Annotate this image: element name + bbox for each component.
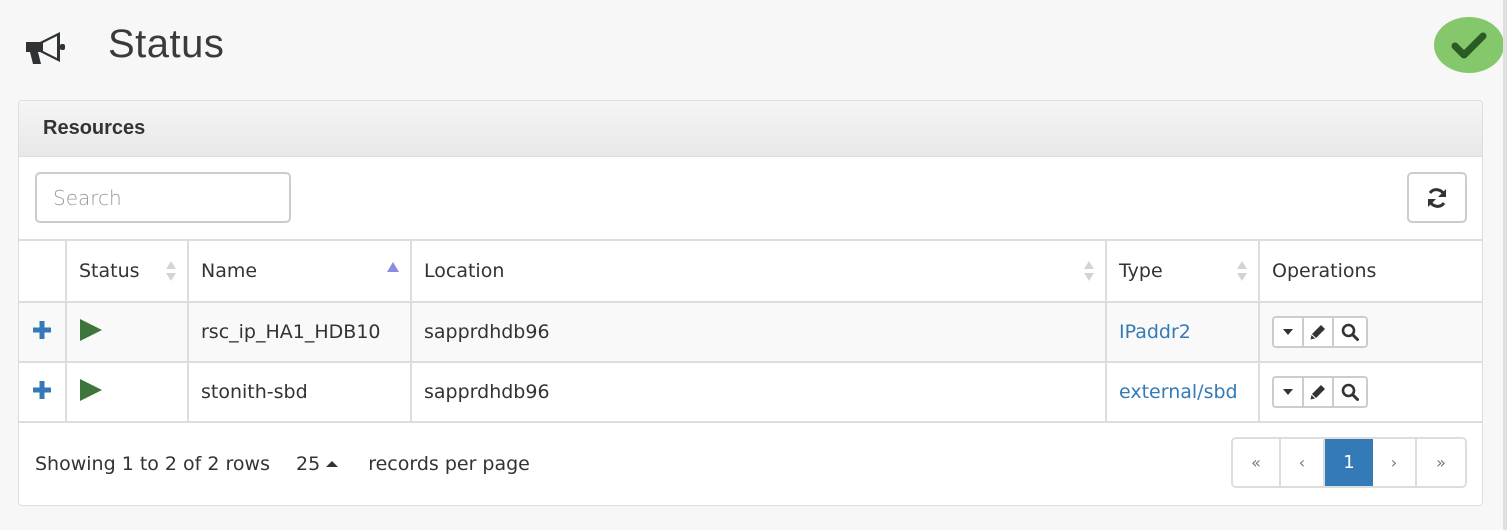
column-header-status[interactable]: Status [65, 239, 189, 303]
sort-both-icon [166, 261, 176, 281]
name-cell: rsc_ip_HA1_HDB10 [187, 301, 412, 363]
table-toolbar [19, 157, 1482, 239]
edit-button[interactable] [1304, 378, 1334, 406]
expand-toggle[interactable] [19, 361, 67, 423]
type-cell: IPaddr2 [1105, 301, 1260, 363]
sort-ascending-icon [387, 262, 399, 272]
column-header-operations: Operations [1258, 239, 1482, 303]
location-cell: sapprdhdb96 [410, 301, 1107, 363]
plus-icon [33, 320, 51, 339]
page-1-button[interactable]: 1 [1325, 439, 1373, 486]
column-header-type[interactable]: Type [1105, 239, 1260, 303]
operations-button-group [1272, 316, 1368, 348]
megaphone-icon [26, 32, 65, 64]
type-cell: external/sbd [1105, 361, 1260, 423]
page-size-dropdown[interactable]: 25 [296, 453, 339, 475]
resources-panel: Resources Status [18, 100, 1483, 506]
sort-both-icon [1237, 261, 1247, 281]
search-icon [1341, 383, 1359, 401]
records-per-page-label: records per page [368, 453, 530, 475]
search-icon [1341, 323, 1359, 341]
caret-up-icon [326, 461, 339, 467]
first-page-button[interactable]: « [1233, 439, 1281, 486]
plus-icon [33, 380, 51, 399]
refresh-button[interactable] [1407, 172, 1467, 223]
details-button[interactable] [1334, 318, 1366, 346]
table-header-row: Status Name Location Type Operations [19, 239, 1482, 303]
sort-both-icon [1084, 261, 1094, 281]
column-header-name[interactable]: Name [187, 239, 412, 303]
table-row: stonith-sbd sapprdhdb96 external/sbd [19, 361, 1482, 423]
type-link[interactable]: external/sbd [1119, 381, 1238, 403]
operations-menu-button[interactable] [1274, 378, 1304, 406]
page-header: Status [0, 0, 1507, 100]
resources-table: Status Name Location Type Operations rsc… [19, 239, 1482, 423]
caret-down-icon [1283, 329, 1293, 335]
type-link[interactable]: IPaddr2 [1119, 321, 1191, 343]
play-icon [80, 318, 102, 341]
table-footer: Showing 1 to 2 of 2 rows 25 records per … [19, 423, 1482, 505]
previous-page-button[interactable]: ‹ [1281, 439, 1325, 486]
page-size-value: 25 [296, 453, 321, 475]
column-header-expand [19, 239, 67, 303]
scrollbar[interactable] [1503, 0, 1507, 530]
details-button[interactable] [1334, 378, 1366, 406]
status-cell [65, 301, 189, 363]
check-icon [1451, 32, 1487, 59]
pagination-info: Showing 1 to 2 of 2 rows 25 records per … [35, 453, 530, 475]
refresh-icon [1428, 187, 1446, 208]
next-page-button[interactable]: › [1373, 439, 1417, 486]
search-input[interactable] [35, 172, 291, 223]
operations-menu-button[interactable] [1274, 318, 1304, 346]
panel-title: Resources [19, 101, 1482, 157]
status-cell [65, 361, 189, 423]
last-page-button[interactable]: » [1417, 439, 1465, 486]
operations-cell [1258, 361, 1482, 423]
play-icon [80, 378, 102, 401]
operations-button-group [1272, 376, 1368, 408]
table-row: rsc_ip_HA1_HDB10 sapprdhdb96 IPaddr2 [19, 301, 1482, 363]
caret-down-icon [1283, 389, 1293, 395]
pagination: « ‹ 1 › » [1231, 437, 1467, 488]
column-header-location[interactable]: Location [410, 239, 1107, 303]
expand-toggle[interactable] [19, 301, 67, 363]
edit-button[interactable] [1304, 318, 1334, 346]
pencil-icon [1310, 385, 1325, 400]
name-cell: stonith-sbd [187, 361, 412, 423]
page-title: Status [108, 22, 225, 66]
showing-rows-text: Showing 1 to 2 of 2 rows [35, 453, 270, 475]
operations-cell [1258, 301, 1482, 363]
location-cell: sapprdhdb96 [410, 361, 1107, 423]
pencil-icon [1310, 325, 1325, 340]
cluster-status-badge[interactable] [1434, 17, 1504, 73]
